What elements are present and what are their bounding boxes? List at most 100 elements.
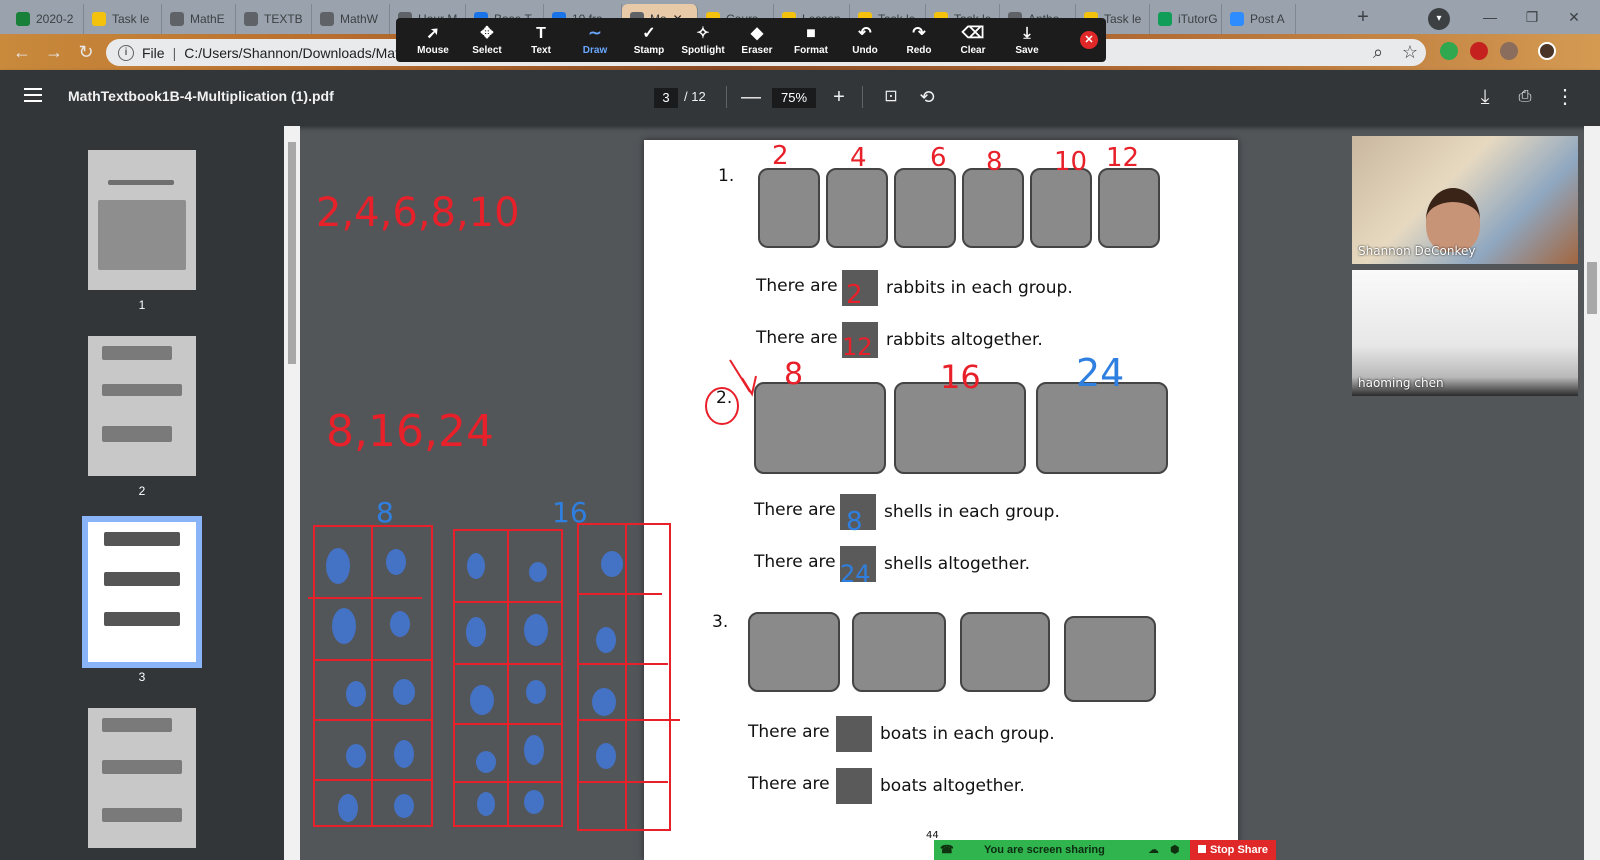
rotate-icon[interactable]: ⟲ <box>914 84 940 110</box>
ublock-icon[interactable] <box>1470 42 1488 60</box>
annotation-tool-spotlight[interactable]: ✧ Spotlight <box>676 20 730 60</box>
tab-title: 2020-2 <box>36 12 74 26</box>
tab-title: Post A <box>1250 12 1285 26</box>
tab-favicon-icon <box>1230 12 1244 26</box>
text-icon: T <box>536 24 546 42</box>
rabbit-group-picture <box>826 168 888 248</box>
print-icon[interactable]: ⎙ <box>1512 84 1538 110</box>
annotation-tool-format[interactable]: ■ Format <box>784 20 838 60</box>
annotation-toolbar: ➚ Mouse ✥ Select T Text ∼ Draw ✓ Stamp ✧ Spotlight ◆… <box>396 18 1106 62</box>
annotation-tool-undo[interactable]: ↶ Undo <box>838 20 892 60</box>
browser-tab[interactable]: Task le <box>84 4 162 34</box>
sentence-suffix: shells altogether. <box>884 554 1030 574</box>
tool-label: Text <box>531 44 551 56</box>
tab-favicon-icon <box>16 12 30 26</box>
fit-page-icon[interactable]: ⊡ <box>878 84 904 110</box>
browser-tab[interactable]: MathE <box>162 4 236 34</box>
sentence-suffix: boats in each group. <box>880 724 1055 744</box>
zoom-input[interactable]: 75% <box>772 88 816 108</box>
tab-title: iTutorG <box>1178 12 1218 26</box>
tool-label: Spotlight <box>681 44 725 56</box>
sidebar-scroll-thumb[interactable] <box>288 142 296 364</box>
scheme-label: File <box>142 44 165 61</box>
browser-tab[interactable]: TEXTB <box>236 4 312 34</box>
thumbnail-page-4[interactable] <box>88 708 196 848</box>
browser-tab[interactable]: MathW <box>312 4 390 34</box>
annotation-tool-eraser[interactable]: ◆ Eraser <box>730 20 784 60</box>
sentence-suffix: rabbits altogether. <box>886 330 1043 350</box>
counter-dots <box>326 548 623 822</box>
reload-icon[interactable]: ↻ <box>74 40 98 64</box>
forward-arrow-icon[interactable]: → <box>42 40 66 64</box>
share-status-text: You are screen sharing <box>984 844 1105 856</box>
thumbnail-number: 3 <box>138 670 146 684</box>
ten-frame <box>313 525 433 827</box>
annotation-tool-mouse[interactable]: ➚ Mouse <box>406 20 460 60</box>
annotation-tool-save[interactable]: ⤓ Save <box>1000 20 1054 60</box>
site-info-icon[interactable]: i <box>118 44 134 61</box>
rabbit-group-picture <box>1098 168 1160 248</box>
browser-tab[interactable]: iTutorG <box>1150 4 1222 34</box>
close-annotation-icon[interactable]: ✕ <box>1080 31 1098 49</box>
annotation-tool-select[interactable]: ✥ Select <box>460 20 514 60</box>
extension-icon[interactable] <box>1440 42 1458 60</box>
browser-tab[interactable]: 2020-2 <box>8 4 84 34</box>
extensions-puzzle-icon[interactable] <box>1500 42 1518 60</box>
new-tab-button[interactable]: + <box>1350 6 1376 30</box>
thumbnail-page-1[interactable] <box>88 150 196 290</box>
annotation-tool-redo[interactable]: ↷ Redo <box>892 20 946 60</box>
sentence-prefix: There are <box>754 500 836 520</box>
back-arrow-icon[interactable]: ← <box>10 40 34 64</box>
boat-group-picture <box>748 612 840 692</box>
rabbit-group-picture <box>758 168 820 248</box>
draw-icon: ∼ <box>588 24 602 42</box>
annotation-tool-text[interactable]: T Text <box>514 20 568 60</box>
sentence-suffix: rabbits in each group. <box>886 278 1073 298</box>
annotation-tool-stamp[interactable]: ✓ Stamp <box>622 20 676 60</box>
thumbnail-page-3[interactable] <box>82 516 202 668</box>
skip-count-annotation: 8,16,24 <box>326 406 494 457</box>
stop-share-button[interactable]: Stop Share <box>1190 840 1276 860</box>
question-number: 2. <box>716 388 733 408</box>
profile-avatar[interactable] <box>1538 42 1556 60</box>
thumbnail-page-2[interactable] <box>88 336 196 476</box>
main-scroll-thumb[interactable] <box>1587 262 1597 314</box>
participant-video[interactable]: haoming chen <box>1352 270 1578 396</box>
shell-group-picture <box>754 382 886 474</box>
tab-favicon-icon <box>170 12 184 26</box>
format-icon: ■ <box>806 24 816 42</box>
thumbnail-number: 2 <box>138 484 146 498</box>
frame-label: 16 <box>552 496 588 529</box>
answer-box <box>836 768 872 804</box>
undo-icon: ↶ <box>858 24 872 42</box>
shield-icon: ⬢ <box>1170 844 1180 856</box>
thumbnail-sidebar: 1 2 3 <box>0 126 284 860</box>
zoom-in-button[interactable]: + <box>826 84 852 110</box>
menu-icon[interactable] <box>24 88 42 102</box>
zoom-lens-icon[interactable]: ⌕ <box>1366 40 1390 64</box>
screen-share-bar: ☎ You are screen sharing ☁ ⬢ <box>934 840 1190 860</box>
participant-video[interactable]: Shannon DeConkey <box>1352 136 1578 264</box>
tab-title: MathE <box>190 12 225 26</box>
close-window-button[interactable]: ✕ <box>1554 4 1594 30</box>
tab-title: Task le <box>1104 12 1142 26</box>
tab-search-icon[interactable]: ▾ <box>1428 8 1450 30</box>
answer-box <box>840 494 876 530</box>
pdf-file-name: MathTextbook1B-4-Multiplication (1).pdf <box>68 88 334 104</box>
more-options-icon[interactable]: ⋮ <box>1552 84 1578 110</box>
annotation-tool-draw[interactable]: ∼ Draw <box>568 20 622 60</box>
minimize-button[interactable]: — <box>1470 4 1510 30</box>
sentence-prefix: There are <box>756 328 838 348</box>
restore-button[interactable]: ❐ <box>1512 4 1552 30</box>
shell-group-picture <box>1036 382 1168 474</box>
page-total: / 12 <box>684 89 706 104</box>
browser-tab[interactable]: Post A <box>1222 4 1296 34</box>
zoom-out-button[interactable]: — <box>738 84 764 110</box>
main-scrollbar[interactable] <box>1584 126 1600 860</box>
mouse-icon: ➚ <box>426 24 440 42</box>
page-number-input[interactable]: 3 <box>654 88 678 108</box>
bookmark-star-icon[interactable]: ☆ <box>1398 40 1422 64</box>
stamp-icon: ✓ <box>642 24 656 42</box>
annotation-tool-clear[interactable]: ⌫ Clear <box>946 20 1000 60</box>
download-icon[interactable]: ⤓ <box>1472 84 1498 110</box>
